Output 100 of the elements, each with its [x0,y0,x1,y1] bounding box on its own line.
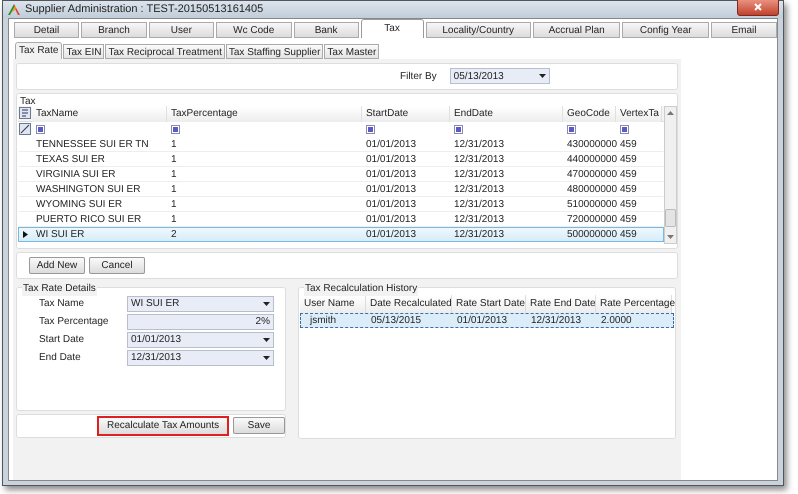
column-header[interactable]: Date Recalculated [366,294,452,312]
table-cell-text: 12/31/2013 [453,168,506,182]
table-cell-text: 01/01/2013 [365,228,418,242]
table-cell-text: 459 [619,198,638,212]
filter-icon[interactable] [620,124,629,134]
row-pointer-icon [23,230,28,238]
column-header[interactable]: TaxName [32,106,167,122]
table-cell-text: 459 [619,182,638,196]
app-logo-icon [7,2,21,16]
table-cell-text: WYOMING SUI ER [35,198,124,212]
sub-tab[interactable]: Tax EIN [63,44,104,58]
filter-icon[interactable] [454,124,463,134]
dropdown-caret-icon [263,338,270,342]
dropdown-field[interactable]: WI SUI ER [127,296,274,312]
tab[interactable]: User [148,22,214,38]
column-header[interactable]: User Name [300,294,366,312]
table-cell-text: 459 [619,168,638,182]
table-row[interactable]: TENNESSEE SUI ER TN 1 01/01/2013 12/31/2013 430000000 459 [18,136,664,152]
table-cell-text: 01/01/2013 [365,152,418,166]
table-cell-text: TEXAS SUI ER [35,152,106,166]
dropdown-caret-icon [538,74,546,78]
table-cell-text: 12/31/2013 [453,152,506,166]
table-cell-text: 01/01/2013 [365,182,418,196]
sub-tab[interactable]: Tax Staffing Supplier [226,44,324,58]
column-header[interactable]: GeoCode [563,106,616,122]
sub-tab[interactable]: Tax Reciprocal Treatment [105,44,225,58]
table-row[interactable]: VIRGINIA SUI ER 1 01/01/2013 12/31/2013 470000000 459 [18,166,664,182]
group-title: Tax Rate Details [22,280,97,296]
column-header[interactable]: EndDate [450,106,563,122]
table-cell-text: 01/01/2013 [365,138,418,152]
filter-icon[interactable] [171,124,180,134]
filter-icon[interactable] [567,124,576,134]
table-cell-text: 1 [170,138,178,152]
sub-tab[interactable]: Tax Master [324,44,380,58]
table-cell-text: 01/01/2013 [365,168,418,182]
table-cell-text: 12/31/2013 [453,228,506,242]
column-chooser-icon[interactable] [19,107,31,119]
group-title: Tax [20,94,37,106]
filter-icon[interactable] [36,124,45,134]
table-cell-text: 1 [170,168,178,182]
tab[interactable]: Tax [360,18,424,38]
scrollbar[interactable] [664,106,677,244]
table-cell-text: WI SUI ER [35,228,86,242]
action-button[interactable]: Recalculate Tax Amounts [97,416,230,436]
table-cell-text: 459 [619,212,638,226]
field-label: Start Date [38,333,86,347]
close-icon [754,3,762,12]
dropdown-field[interactable]: 01/01/2013 [127,332,274,348]
table-cell-text: 2.0000 [600,314,633,328]
tab[interactable]: Accrual Plan [532,22,620,38]
tab[interactable]: Wc Code [216,22,292,38]
table-cell-text: 01/01/2013 [456,314,508,328]
table-row[interactable]: jsmith 05/13/2015 01/01/2013 12/31/2013 2.0000 [300,312,674,328]
sub-tab[interactable]: Tax Rate [15,42,62,58]
field-label: End Date [38,351,82,365]
filter-settings-icon[interactable] [19,123,31,135]
table-row[interactable]: TEXAS SUI ER 1 01/01/2013 12/31/2013 440000000 459 [18,152,664,166]
table-cell-text: 510000000 [566,198,616,212]
column-header[interactable]: StartDate [362,106,450,122]
table-cell-text: 459 [619,152,638,166]
tab[interactable]: Email [711,22,777,38]
field-label: Tax Name [38,297,86,311]
grid-button[interactable]: Cancel [89,256,145,274]
action-button[interactable]: Save [233,417,285,434]
column-header[interactable]: TaxPercentage [167,106,362,122]
table-row[interactable]: WI SUI ER 2 01/01/2013 12/31/2013 500000000 459 [18,226,664,242]
filter-date-dropdown[interactable]: 05/13/2013 [450,68,550,84]
table-cell-text: 430000000 [566,138,616,152]
column-header[interactable]: Rate Start Date [452,294,526,312]
window-title: Supplier Administration : TEST-20150513161405 [25,2,264,17]
filter-label: Filter By [400,70,437,84]
group-title: Tax Recalculation History [304,280,418,296]
column-header[interactable]: VertexTa [616,106,662,122]
tab[interactable]: Config Year [622,22,710,38]
scroll-up-icon[interactable] [667,110,674,114]
scroll-down-icon[interactable] [667,234,674,238]
table-cell-text: 1 [170,182,178,196]
table-cell-text: VIRGINIA SUI ER [35,168,116,182]
filter-icon[interactable] [366,124,375,134]
table-cell-text: 12/31/2013 [453,138,506,152]
input-field[interactable]: 2% [127,314,274,330]
column-header[interactable]: Rate End Date [526,294,596,312]
table-cell-text: 1 [170,212,178,226]
table-row[interactable]: WYOMING SUI ER 1 01/01/2013 12/31/2013 510000000 459 [18,196,664,212]
tab[interactable]: Branch [80,22,147,38]
tab[interactable]: Locality/Country [426,22,531,38]
table-cell-text: WASHINGTON SUI ER [35,182,142,196]
dropdown-field[interactable]: 12/31/2013 [127,350,274,366]
table-cell-text: 12/31/2013 [453,198,506,212]
close-button[interactable] [737,0,779,16]
tab[interactable]: Detail [14,22,79,38]
scroll-thumb[interactable] [665,208,676,226]
table-cell-text: 12/31/2013 [453,212,506,226]
table-cell-text: jsmith [308,314,338,328]
grid-button[interactable]: Add New [29,256,85,274]
table-cell-text: 720000000 [566,212,616,226]
tab[interactable]: Bank [294,22,359,38]
table-cell-text: PUERTO RICO SUI ER [35,212,142,226]
table-cell-text: 1 [170,198,178,212]
table-row[interactable]: WASHINGTON SUI ER 1 01/01/2013 12/31/2013 480000000 459 [18,182,664,196]
